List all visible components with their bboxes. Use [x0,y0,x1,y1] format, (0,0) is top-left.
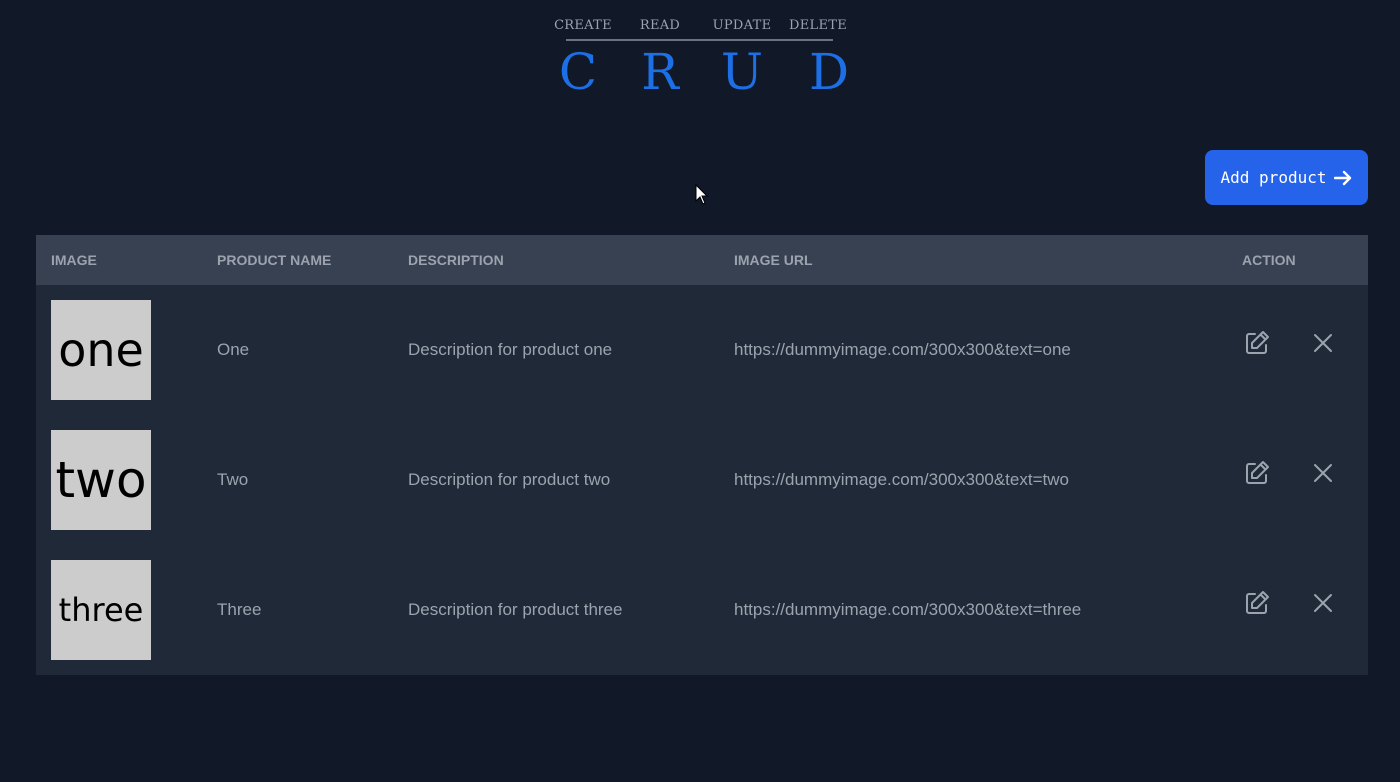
thumbnail-text: one [58,323,144,377]
table-row: three Three Description for product thre… [36,545,1368,675]
thumbnail-text: two [55,451,147,509]
logo-divider [566,39,833,41]
logo-letter-u: U [720,43,764,101]
crud-logo: CREATE READ UPDATE DELETE C R U D [550,14,850,104]
logo-letters: C R U D [550,42,850,102]
header-image: IMAGE [51,252,97,268]
edit-button[interactable] [1242,330,1272,360]
product-description: Description for product three [408,600,623,619]
product-thumbnail: two [51,430,151,530]
add-product-button[interactable]: Add product [1205,150,1368,205]
thumbnail-text: three [58,591,144,629]
delete-button[interactable] [1308,460,1338,490]
logo-letter-d: D [808,43,850,101]
delete-button[interactable] [1308,590,1338,620]
table-row: two Two Description for product two http… [36,415,1368,545]
edit-icon [1243,329,1271,362]
close-icon [1312,332,1334,359]
product-description: Description for product one [408,340,613,359]
products-table: IMAGE PRODUCT NAME DESCRIPTION IMAGE URL… [36,235,1368,675]
product-name: One [217,340,250,359]
logo-word-create: CREATE [554,18,612,33]
logo-word-update: UPDATE [712,18,772,33]
logo-words: CREATE READ UPDATE DELETE [550,14,850,38]
edit-icon [1243,589,1271,622]
product-image-url: https://dummyimage.com/300x300&text=thre… [734,600,1082,619]
logo-letter-c: C [558,43,598,101]
product-name: Three [217,600,262,619]
mouse-cursor-icon [695,183,709,206]
edit-button[interactable] [1242,460,1272,490]
edit-button[interactable] [1242,590,1272,620]
logo-letter-r: R [641,43,679,101]
product-description: Description for product two [408,470,611,489]
close-icon [1312,462,1334,489]
table-header: IMAGE PRODUCT NAME DESCRIPTION IMAGE URL… [36,235,1368,285]
table-row: one One Description for product one http… [36,285,1368,415]
header-image-url: IMAGE URL [734,252,813,268]
product-name: Two [217,470,249,489]
header-description: DESCRIPTION [408,252,504,268]
header-product-name: PRODUCT NAME [217,252,332,268]
logo-word-read: READ [639,18,681,33]
product-thumbnail: one [51,300,151,400]
arrow-right-icon [1334,170,1352,186]
header-action: ACTION [1242,252,1296,268]
delete-button[interactable] [1308,330,1338,360]
product-thumbnail: three [51,560,151,660]
product-image-url: https://dummyimage.com/300x300&text=one [734,340,1071,359]
add-product-label: Add product [1220,168,1327,187]
logo-word-delete: DELETE [789,18,847,33]
product-image-url: https://dummyimage.com/300x300&text=two [734,470,1069,489]
edit-icon [1243,459,1271,492]
close-icon [1312,592,1334,619]
